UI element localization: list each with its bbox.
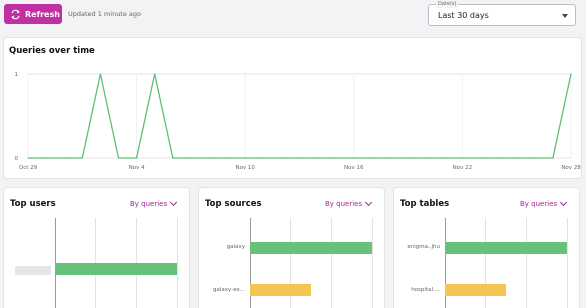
date-range-select[interactable]: Date(s) Last 30 days: [428, 0, 576, 26]
table-label: hospital....: [411, 287, 440, 293]
source-bar[interactable]: [250, 242, 372, 254]
data-point: [552, 157, 554, 159]
table-bar[interactable]: [445, 284, 506, 296]
series-line: [28, 73, 572, 159]
caret-down-icon: [562, 14, 568, 18]
source-label: galaxy-ex...: [213, 287, 245, 293]
top-sources-sort-dropdown[interactable]: By queries: [325, 198, 373, 208]
gridline: [331, 218, 332, 308]
x-tick-label: Nov 10: [235, 165, 255, 171]
x-tick-label: Nov 22: [453, 165, 472, 171]
top-tables-title: Top tables: [400, 199, 450, 209]
data-point: [208, 157, 210, 159]
data-point: [226, 157, 228, 159]
data-point: [443, 157, 445, 159]
user-bar[interactable]: [55, 263, 177, 275]
data-point: [45, 157, 47, 159]
data-point: [154, 73, 156, 75]
y-tick-label: 0: [15, 156, 19, 162]
chevron-down-icon: [365, 198, 373, 207]
queries-over-time-card: Queries over time 0 1 Oct 29 Nov 4 Nov 10 Nov…: [4, 38, 581, 178]
data-point: [244, 157, 246, 159]
data-point: [461, 157, 463, 159]
top-tables-sort-dropdown[interactable]: By queries: [520, 198, 568, 208]
data-point: [498, 157, 500, 159]
data-point: [190, 157, 192, 159]
data-point: [425, 157, 427, 159]
user-label-placeholder: [15, 266, 51, 275]
data-point: [280, 157, 282, 159]
data-point: [371, 157, 373, 159]
y-tick-label: 1: [15, 72, 19, 78]
data-point: [570, 73, 572, 75]
top-sources-title: Top sources: [205, 199, 262, 209]
top-users-sort-dropdown[interactable]: By queries: [130, 198, 178, 208]
data-point: [262, 157, 264, 159]
data-point: [534, 157, 536, 159]
table-label: enigma..jhu: [407, 244, 440, 250]
refresh-label: Refresh: [25, 9, 60, 19]
source-bar[interactable]: [250, 284, 311, 296]
top-users-title: Top users: [10, 199, 56, 209]
date-select-legend: Date(s): [436, 0, 459, 8]
top-tables-card: Top tables By queries enigma..jhu hospit…: [394, 188, 579, 308]
chevron-down-icon: [170, 198, 178, 207]
x-tick-label: Nov 4: [129, 165, 145, 171]
chevron-down-icon: [560, 198, 568, 207]
sort-label: By queries: [520, 200, 558, 208]
updated-text: Updated 1 minute ago: [68, 10, 142, 18]
source-label: galaxy: [226, 244, 245, 250]
data-point: [353, 157, 355, 159]
top-tables-bars: enigma..jhu hospital....: [394, 218, 579, 308]
x-tick-label: Nov 28: [561, 165, 581, 171]
data-point: [516, 157, 518, 159]
gridline: [567, 218, 568, 308]
data-point: [389, 157, 391, 159]
sort-label: By queries: [325, 200, 363, 208]
data-point: [63, 157, 65, 159]
data-point: [479, 157, 482, 159]
data-point: [99, 73, 101, 75]
data-point: [81, 157, 83, 159]
x-tick-label: Oct 29: [19, 165, 38, 171]
gridline: [177, 218, 178, 308]
gridline: [372, 218, 373, 308]
x-tick-label: Nov 16: [344, 165, 364, 171]
top-sources-bars: galaxy galaxy-ex...: [199, 218, 384, 308]
top-users-bars: [4, 218, 189, 308]
date-select-value: Last 30 days: [438, 11, 489, 20]
data-point: [117, 157, 120, 159]
data-point: [172, 157, 174, 159]
sort-label: By queries: [130, 200, 168, 208]
data-point: [335, 157, 337, 159]
refresh-icon: [11, 9, 20, 19]
data-point: [27, 157, 29, 159]
data-point: [298, 157, 301, 159]
gridline: [526, 218, 527, 308]
top-users-card: Top users By queries: [4, 188, 189, 308]
refresh-button[interactable]: Refresh: [4, 4, 62, 24]
queries-line-chart: 0 1 Oct 29 Nov 4 Nov 10 Nov 16 Nov 22 Nov 28: [15, 72, 582, 171]
top-sources-card: Top sources By queries galaxy galaxy-ex.…: [199, 188, 384, 308]
table-bar[interactable]: [445, 242, 567, 254]
data-point: [317, 157, 319, 159]
data-point: [136, 157, 138, 159]
data-point: [407, 157, 409, 159]
